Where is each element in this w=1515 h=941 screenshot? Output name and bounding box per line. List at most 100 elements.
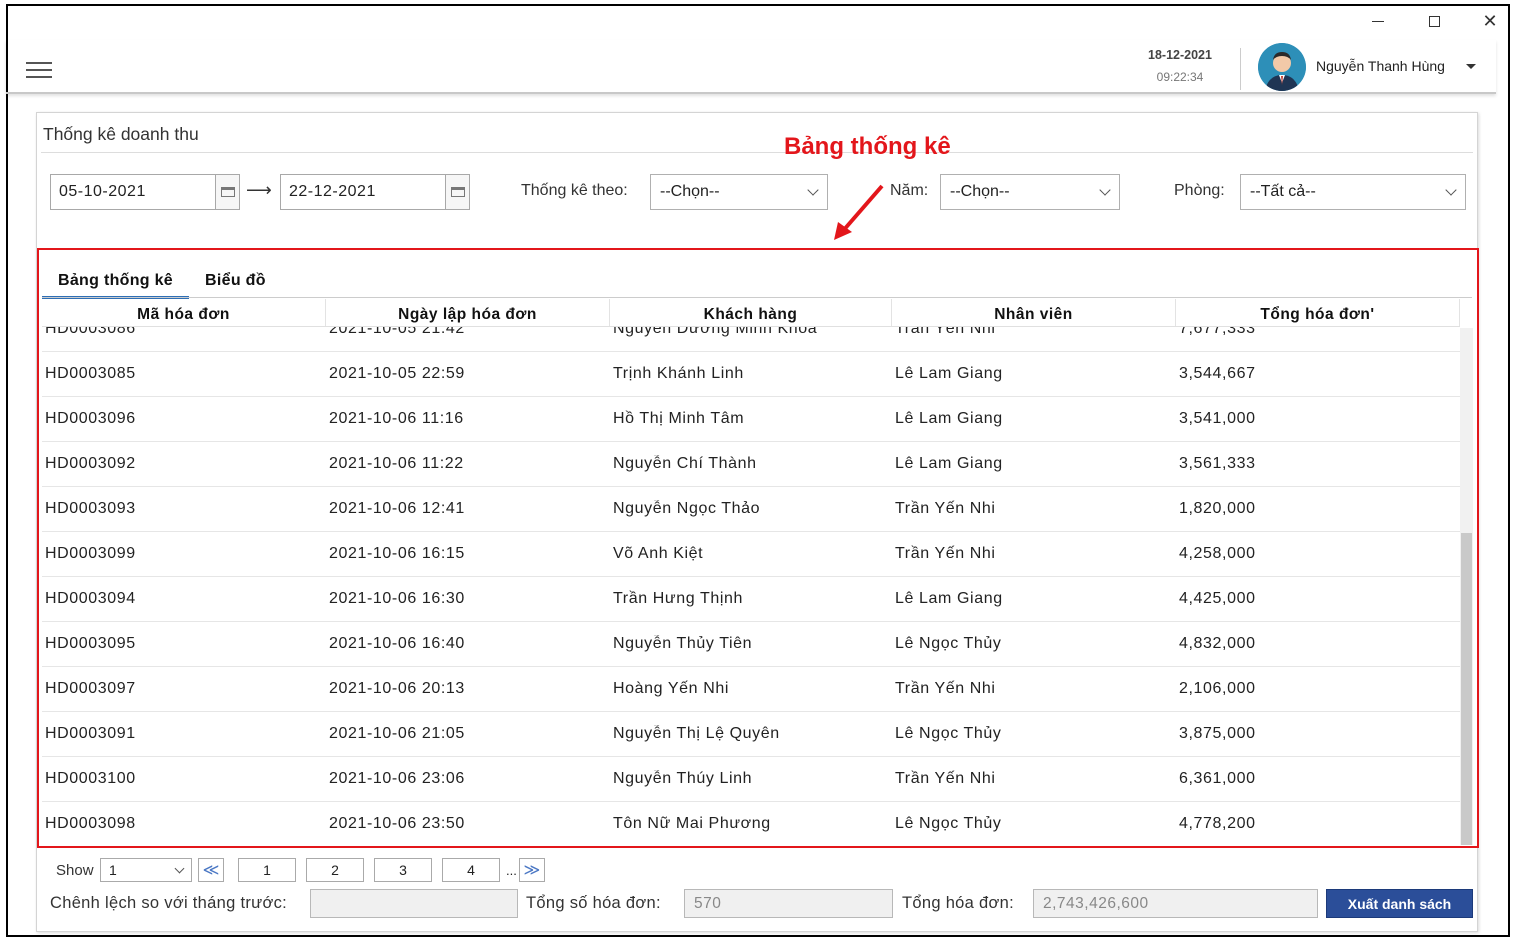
show-label: Show [56, 861, 94, 879]
next-page-icon[interactable]: ≫ [518, 858, 545, 882]
customer-name: Trần Hưng Thịnh [613, 590, 743, 607]
tab-chart[interactable]: Biểu đồ [189, 262, 282, 299]
table-row[interactable]: HD0003098 2021-10-06 23:50 Tôn Nữ Mai Ph… [42, 802, 1460, 845]
to-date-field[interactable]: 22-12-2021 [280, 174, 446, 210]
table-row[interactable]: HD0003095 2021-10-06 16:40 Nguyễn Thủy T… [42, 622, 1460, 667]
group-by-label: Thống kê theo: [521, 182, 628, 199]
menu-icon[interactable] [26, 62, 52, 78]
column-header-date[interactable]: Ngày lập hóa đơn [326, 299, 610, 326]
customer-name: Tôn Nữ Mai Phương [613, 815, 771, 832]
invoice-table: HD0003086 2021-10-05 21:42 Nguyễn Dương … [42, 299, 1473, 845]
customer-name: Hoàng Yến Nhi [613, 680, 730, 697]
table-row[interactable]: HD0003100 2021-10-06 23:06 Nguyễn Thúy L… [42, 757, 1460, 802]
invoice-id: HD0003085 [45, 365, 136, 382]
from-date-field[interactable]: 05-10-2021 [50, 174, 216, 210]
employee-name: Lê Ngọc Thủy [895, 815, 1002, 832]
minimize-icon[interactable] [1367, 10, 1389, 32]
invoice-id: HD0003095 [45, 635, 136, 652]
vertical-scrollbar[interactable] [1460, 328, 1473, 845]
arrow-right-icon: ⟶ [246, 180, 272, 200]
employee-name: Trần Yến Nhi [895, 545, 996, 562]
employee-name: Lê Lam Giang [895, 455, 1003, 472]
customer-name: Nguyễn Thị Lệ Quyên [613, 725, 780, 742]
table-row[interactable]: HD0003091 2021-10-06 21:05 Nguyễn Thị Lệ… [42, 712, 1460, 757]
invoice-date: 2021-10-06 21:05 [329, 725, 465, 742]
table-header: Mã hóa đơn Ngày lập hóa đơn Khách hàng N… [42, 299, 1460, 327]
customer-name: Nguyễn Ngọc Thảo [613, 500, 761, 517]
employee-name: Lê Ngọc Thủy [895, 725, 1002, 742]
table-row[interactable]: HD0003094 2021-10-06 16:30 Trần Hưng Thị… [42, 577, 1460, 622]
close-icon[interactable]: ✕ [1479, 10, 1501, 32]
employee-name: Lê Lam Giang [895, 365, 1003, 382]
column-header-employee[interactable]: Nhân viên [892, 299, 1176, 326]
table-row[interactable]: HD0003093 2021-10-06 12:41 Nguyễn Ngọc T… [42, 487, 1460, 532]
customer-name: Nguyễn Thủy Tiên [613, 635, 753, 652]
calendar-icon[interactable] [446, 174, 470, 210]
table-row[interactable]: HD0003097 2021-10-06 20:13 Hoàng Yến Nhi… [42, 667, 1460, 712]
clock: 18-12-2021 09:22:34 [1134, 48, 1226, 84]
page-button-1[interactable]: 1 [238, 858, 296, 882]
avatar[interactable] [1258, 43, 1306, 91]
tab-table[interactable]: Bảng thống kê [42, 262, 190, 299]
invoice-id: HD0003098 [45, 815, 136, 832]
table-row[interactable]: HD0003085 2021-10-05 22:59 Trịnh Khánh L… [42, 352, 1460, 397]
table-row[interactable]: HD0003092 2021-10-06 11:22 Nguyễn Chí Th… [42, 442, 1460, 487]
customer-name: Nguyễn Chí Thành [613, 455, 757, 472]
employee-name: Trần Yến Nhi [895, 500, 996, 517]
page-size-select[interactable]: 1 [100, 858, 192, 882]
invoice-total: 4,258,000 [1179, 545, 1256, 562]
current-date: 18-12-2021 [1148, 48, 1212, 62]
page-button-3[interactable]: 3 [374, 858, 432, 882]
year-label: Năm: [890, 182, 929, 199]
export-list-button[interactable]: Xuất danh sách [1326, 889, 1473, 918]
employee-name: Trần Yến Nhi [895, 680, 996, 697]
invoice-date: 2021-10-06 12:41 [329, 500, 465, 517]
invoice-id: HD0003093 [45, 500, 136, 517]
invoice-date: 2021-10-06 11:16 [329, 410, 464, 427]
chevron-down-icon [1099, 184, 1111, 196]
maximize-icon[interactable] [1423, 10, 1445, 32]
column-header-invoice-id[interactable]: Mã hóa đơn [42, 299, 326, 326]
chevron-down-icon[interactable] [1466, 64, 1476, 69]
invoice-count-field: 570 [684, 889, 893, 918]
previous-page-icon[interactable]: ≪ [198, 858, 224, 882]
invoice-id: HD0003097 [45, 680, 136, 697]
invoice-id: HD0003092 [45, 455, 136, 472]
table-body: HD0003086 2021-10-05 21:42 Nguyễn Dương … [42, 307, 1460, 845]
annotation-label: Bảng thống kê [784, 133, 951, 160]
invoice-date: 2021-10-06 16:40 [329, 635, 465, 652]
customer-name: Hồ Thị Minh Tâm [613, 410, 745, 427]
column-header-customer[interactable]: Khách hàng [610, 299, 892, 326]
table-row[interactable]: HD0003096 2021-10-06 11:16 Hồ Thị Minh T… [42, 397, 1460, 442]
employee-name: Lê Ngọc Thủy [895, 635, 1002, 652]
year-select[interactable]: --Chọn-- [940, 174, 1120, 210]
customer-name: Nguyễn Thúy Linh [613, 770, 753, 787]
page-button-2[interactable]: 2 [306, 858, 364, 882]
invoice-date: 2021-10-06 23:50 [329, 815, 465, 832]
chevron-down-icon [174, 863, 185, 874]
column-header-total[interactable]: Tổng hóa đơn' [1176, 299, 1460, 326]
tab-divider [42, 297, 1472, 298]
header-divider [1240, 48, 1241, 90]
invoice-total: 6,361,000 [1179, 770, 1256, 787]
pagination: Show 1 ≪ 1 2 3 4 ... ≫ [40, 857, 545, 883]
group-by-select[interactable]: --Chọn-- [650, 174, 828, 210]
page-ellipsis: ... [506, 862, 517, 878]
page-button-4[interactable]: 4 [442, 858, 500, 882]
invoice-date: 2021-10-05 22:59 [329, 365, 465, 382]
user-name[interactable]: Nguyễn Thanh Hùng [1316, 58, 1445, 74]
calendar-icon[interactable] [216, 174, 240, 210]
employee-name: Lê Lam Giang [895, 590, 1003, 607]
invoice-total-field: 2,743,426,600 [1033, 889, 1318, 918]
scrollbar-thumb[interactable] [1461, 533, 1472, 845]
invoice-date: 2021-10-06 23:06 [329, 770, 465, 787]
invoice-total: 4,832,000 [1179, 635, 1256, 652]
invoice-total: 3,541,000 [1179, 410, 1256, 427]
invoice-date: 2021-10-06 16:30 [329, 590, 465, 607]
invoice-id: HD0003099 [45, 545, 136, 562]
chevron-down-icon [1445, 184, 1457, 196]
table-row[interactable]: HD0003099 2021-10-06 16:15 Võ Anh Kiệt T… [42, 532, 1460, 577]
room-select[interactable]: --Tất cả-- [1240, 174, 1466, 210]
room-label: Phòng: [1174, 182, 1225, 199]
diff-field [310, 889, 518, 918]
